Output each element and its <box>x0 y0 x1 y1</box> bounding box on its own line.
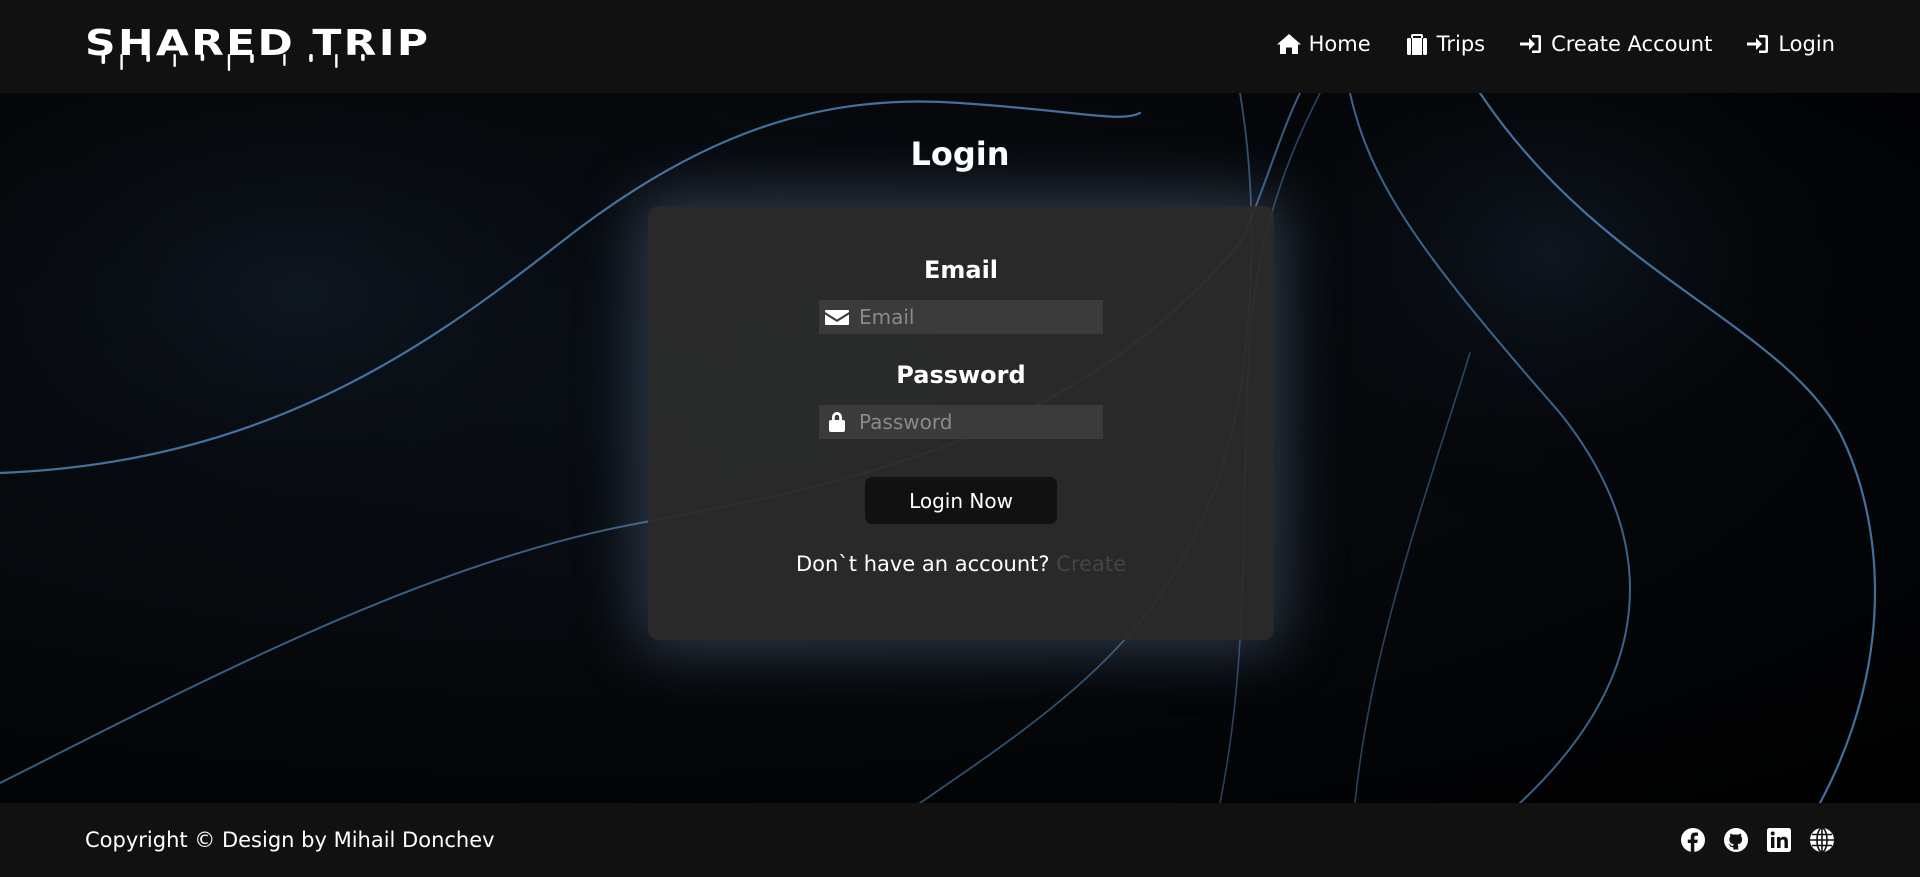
nav-home[interactable]: Home <box>1276 32 1371 56</box>
main-nav: Home Trips Create Account Login <box>1276 32 1835 56</box>
github-icon <box>1724 828 1748 852</box>
nav-trips[interactable]: Trips <box>1404 32 1485 56</box>
copyright-text: Copyright © Design by Mihail Donchev <box>85 828 495 852</box>
page-title: Login <box>910 135 1010 173</box>
lock-icon <box>829 412 845 432</box>
linkedin-link[interactable] <box>1766 827 1792 853</box>
main-content: Login Email Password Login Now Don`t hav… <box>0 93 1920 803</box>
password-input[interactable] <box>850 405 1110 439</box>
site-header: SHARED TRIP Home Trips Create Account Lo… <box>0 0 1920 93</box>
password-field <box>819 405 1110 439</box>
github-link[interactable] <box>1723 827 1749 853</box>
password-label: Password <box>896 361 1026 389</box>
linkedin-icon <box>1767 828 1791 852</box>
nav-home-label: Home <box>1308 31 1371 56</box>
nav-create-account-label: Create Account <box>1551 31 1713 56</box>
login-form: Email Password Login Now Don`t have an a… <box>648 206 1274 640</box>
globe-icon <box>1810 827 1834 853</box>
email-label: Email <box>923 256 999 284</box>
envelope-icon <box>825 310 849 325</box>
sign-in-icon <box>1747 34 1769 53</box>
logo-text: SHARED TRIP <box>85 22 431 64</box>
website-link[interactable] <box>1809 827 1835 853</box>
social-links <box>1680 827 1835 853</box>
email-field <box>819 300 1110 334</box>
nav-create-account[interactable]: Create Account <box>1518 32 1712 56</box>
facebook-icon <box>1681 828 1705 852</box>
suitcase-icon <box>1406 33 1427 55</box>
nav-trips-label: Trips <box>1436 31 1486 56</box>
logo[interactable]: SHARED TRIP <box>85 22 431 71</box>
nav-login-label: Login <box>1778 31 1835 56</box>
home-icon <box>1276 33 1301 54</box>
login-now-button[interactable]: Login Now <box>865 477 1057 524</box>
signup-prompt: Don`t have an account? Create <box>796 552 1126 576</box>
nav-login[interactable]: Login <box>1745 32 1835 56</box>
email-input[interactable] <box>850 300 1110 334</box>
site-footer: Copyright © Design by Mihail Donchev <box>0 803 1920 877</box>
create-account-link[interactable]: Create <box>1056 552 1126 576</box>
sign-in-icon <box>1520 34 1542 53</box>
facebook-link[interactable] <box>1680 827 1706 853</box>
signup-prompt-text: Don`t have an account? <box>795 552 1050 576</box>
